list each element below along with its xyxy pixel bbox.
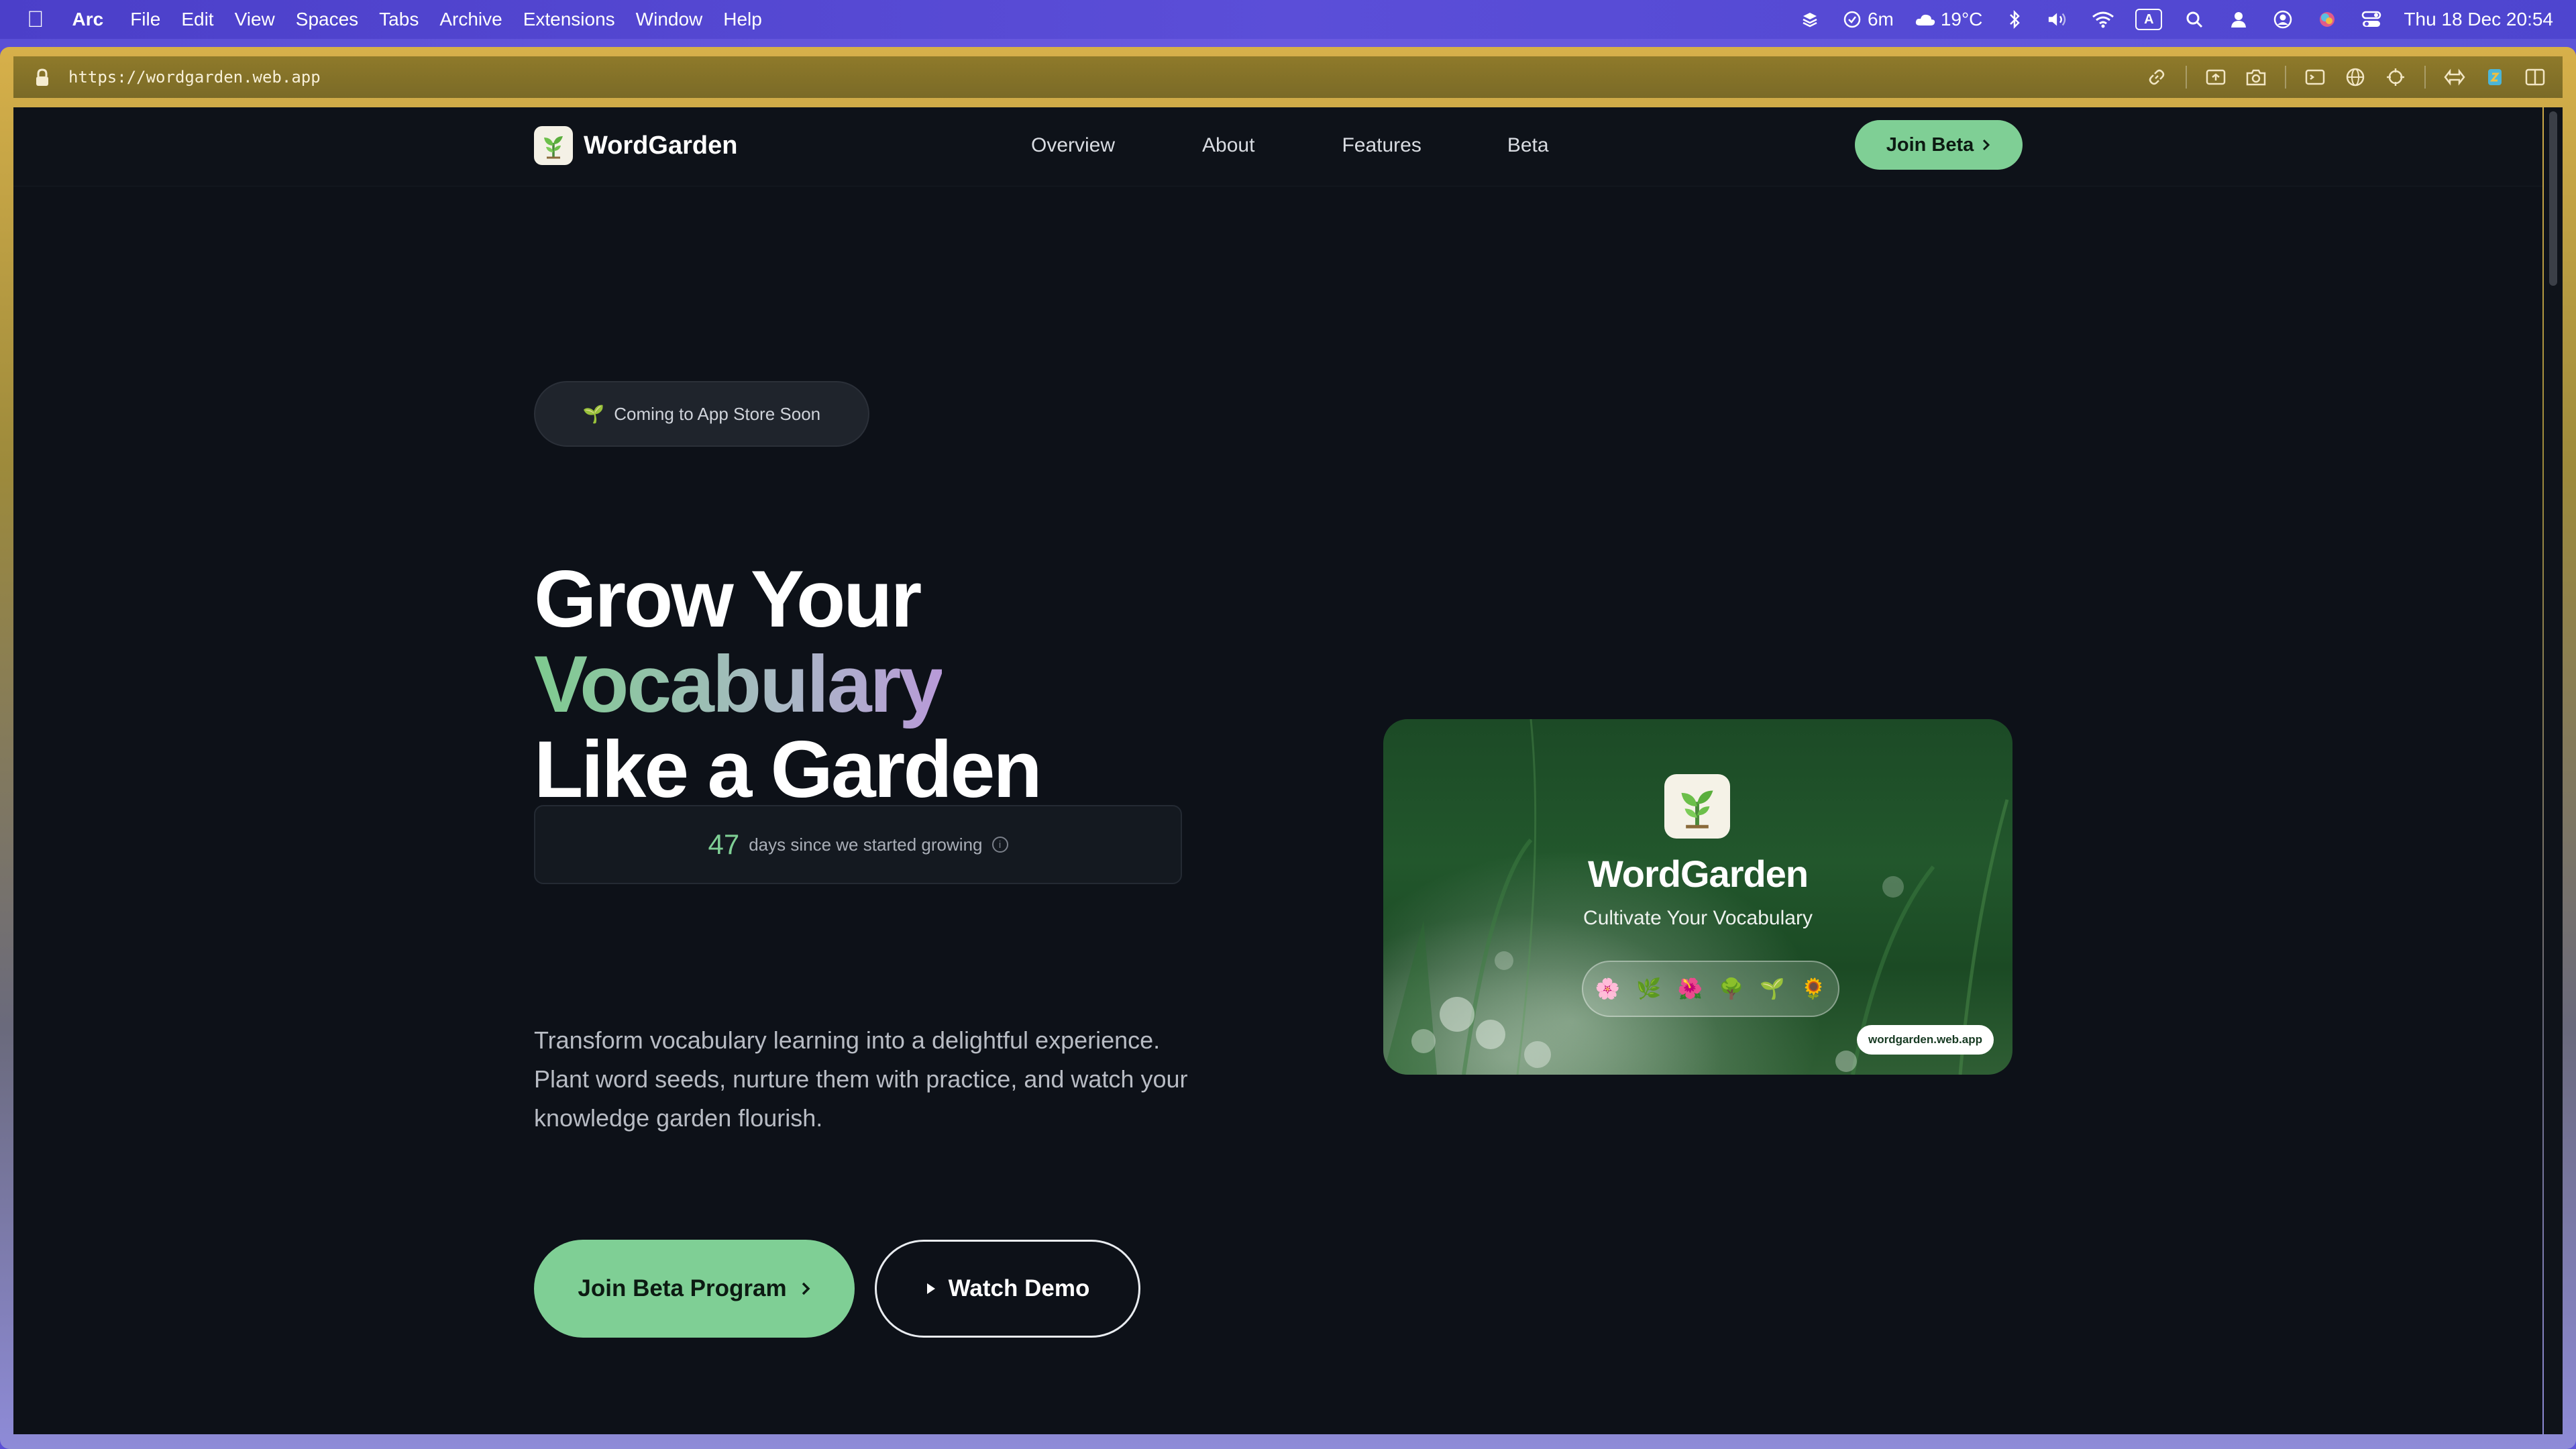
join-beta-nav-button[interactable]: Join Beta	[1855, 120, 2023, 170]
site-navbar: WordGarden Overview About Features Beta …	[13, 107, 2542, 186]
volume-icon[interactable]	[2047, 7, 2071, 32]
stack-icon[interactable]	[1798, 7, 1822, 32]
color-icon[interactable]	[2315, 7, 2339, 32]
web-page: WordGarden Overview About Features Beta …	[13, 107, 2542, 1434]
menu-bar:  Arc File Edit View Spaces Tabs Archive…	[0, 0, 2576, 39]
input-source-icon[interactable]: A	[2135, 9, 2163, 30]
grass-background	[1383, 719, 2009, 1075]
timer-status[interactable]: 6m	[1842, 9, 1894, 30]
weather-text: 19°C	[1940, 9, 1983, 30]
weather-status[interactable]: 19°C	[1914, 9, 1983, 30]
chevron-right-icon	[802, 1282, 810, 1295]
sprout-emoji-icon: 🌱	[582, 403, 605, 424]
app-menu[interactable]: Arc	[72, 9, 104, 30]
lock-icon	[35, 68, 50, 86]
console-icon[interactable]	[2304, 66, 2326, 89]
sidebar-icon[interactable]	[2524, 66, 2546, 89]
menu-tabs[interactable]: Tabs	[379, 9, 419, 30]
card-sprout-icon	[1664, 774, 1730, 839]
hero-headline: Grow Your Vocabulary Like a Garden	[534, 554, 1042, 814]
menu-extensions[interactable]: Extensions	[523, 9, 615, 30]
globe-icon[interactable]	[2344, 66, 2367, 89]
watch-demo-button[interactable]: Watch Demo	[875, 1240, 1140, 1338]
menu-edit[interactable]: Edit	[181, 9, 213, 30]
user-icon[interactable]	[2226, 7, 2251, 32]
nav-link-beta[interactable]: Beta	[1507, 134, 1549, 157]
cloud-icon	[1915, 14, 1935, 25]
hibiscus-icon: 🌺	[1677, 977, 1703, 1000]
app-preview-card: WordGarden Cultivate Your Vocabulary 🌸 🌿…	[1383, 719, 2012, 1075]
spotlight-icon[interactable]	[2182, 7, 2206, 32]
nav-link-features[interactable]: Features	[1342, 134, 1421, 157]
scrollbar-thumb[interactable]	[2549, 111, 2557, 286]
app-store-badge: 🌱 Coming to App Store Soon	[534, 381, 869, 447]
toolbar-divider	[2186, 66, 2187, 89]
nav-link-overview[interactable]: Overview	[1031, 134, 1115, 157]
card-subtitle: Cultivate Your Vocabulary	[1583, 907, 1813, 929]
sunflower-icon: 🌻	[1801, 977, 1827, 1000]
address-bar[interactable]: https://wordgarden.web.app	[68, 68, 321, 87]
days-counter: 47 days since we started growing i	[534, 805, 1182, 884]
boost-icon[interactable]	[2483, 66, 2506, 89]
timer-icon	[1843, 11, 1861, 28]
target-icon[interactable]	[2384, 66, 2407, 89]
chevron-right-icon	[1983, 139, 1990, 151]
blossom-icon: 🌸	[1595, 977, 1621, 1000]
timer-text: 6m	[1867, 9, 1894, 30]
link-icon[interactable]	[2145, 66, 2168, 89]
nav-links: Overview About Features Beta	[1031, 134, 1613, 157]
seedling-icon: 🌱	[1760, 977, 1785, 1000]
headline-line-2: Vocabulary	[534, 639, 944, 729]
toolbar-divider	[2285, 66, 2286, 89]
join-beta-nav-label: Join Beta	[1886, 133, 1974, 156]
app-store-badge-label: Coming to App Store Soon	[614, 403, 821, 424]
extensions-icon[interactable]	[2443, 66, 2466, 89]
brand-name: WordGarden	[584, 131, 738, 160]
headline-line-3: Like a Garden	[534, 724, 1042, 814]
herb-icon: 🌿	[1636, 977, 1662, 1000]
browser-window: https://wordgarden.web.app WordGarden Ov…	[0, 47, 2576, 1449]
wifi-icon[interactable]	[2091, 7, 2115, 32]
join-beta-program-button[interactable]: Join Beta Program	[534, 1240, 855, 1338]
days-counter-label: days since we started growing	[749, 834, 983, 855]
tree-icon: 🌳	[1719, 977, 1744, 1000]
site-logo[interactable]: WordGarden	[534, 126, 737, 165]
play-icon	[926, 1283, 935, 1294]
join-beta-program-label: Join Beta Program	[578, 1275, 787, 1301]
menu-spaces[interactable]: Spaces	[296, 9, 358, 30]
menu-archive[interactable]: Archive	[439, 9, 502, 30]
watch-demo-label: Watch Demo	[948, 1275, 1090, 1301]
days-counter-value: 47	[708, 828, 740, 860]
bluetooth-icon[interactable]	[2002, 7, 2027, 32]
headline-line-1: Grow Your	[534, 554, 922, 644]
menu-window[interactable]: Window	[636, 9, 703, 30]
clock-text[interactable]: Thu 18 Dec 20:54	[2404, 9, 2553, 30]
nav-link-about[interactable]: About	[1202, 134, 1254, 157]
camera-icon[interactable]	[2245, 66, 2267, 89]
page-scrollbar[interactable]	[2544, 107, 2563, 1434]
menu-file[interactable]: File	[130, 9, 160, 30]
hero-description: Transform vocabulary learning into a del…	[534, 1026, 1188, 1132]
account-icon[interactable]	[2271, 7, 2295, 32]
menu-help[interactable]: Help	[723, 9, 762, 30]
menu-view[interactable]: View	[235, 9, 275, 30]
info-icon[interactable]: i	[991, 837, 1008, 853]
capture-icon[interactable]	[2204, 66, 2227, 89]
sprout-logo-icon	[534, 126, 573, 165]
toolbar-divider	[2424, 66, 2426, 89]
card-url-badge: wordgarden.web.app	[1857, 1025, 1994, 1055]
card-title: WordGarden	[1587, 853, 1809, 895]
emoji-row: 🌸 🌿 🌺 🌳 🌱 🌻	[1582, 961, 1839, 1017]
apple-icon[interactable]: 	[27, 7, 44, 33]
browser-toolbar: https://wordgarden.web.app	[13, 56, 2563, 98]
control-center-icon[interactable]	[2359, 7, 2383, 32]
